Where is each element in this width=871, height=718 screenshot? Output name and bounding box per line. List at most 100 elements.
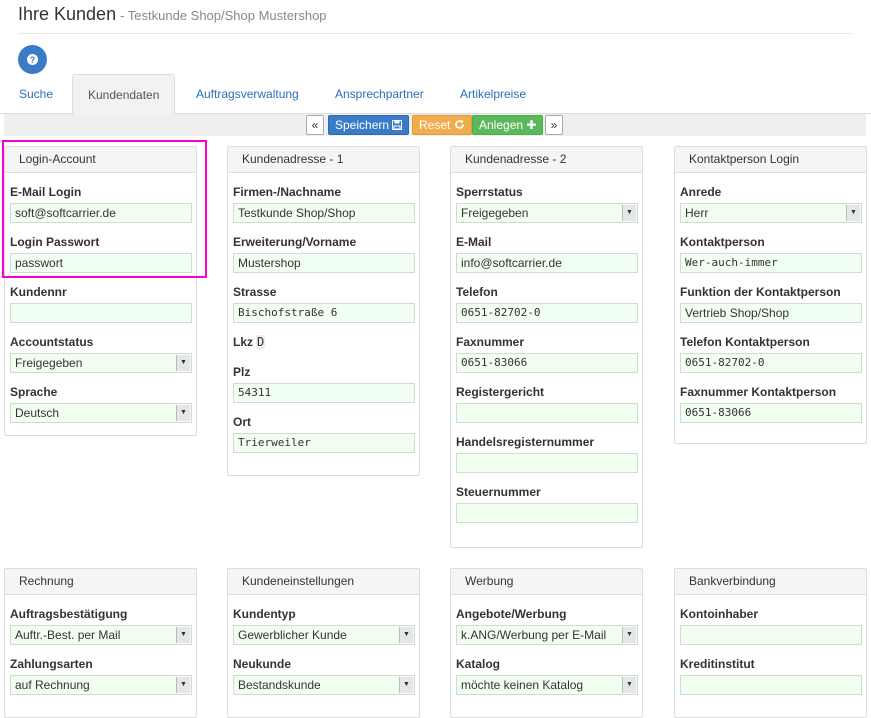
account-status-select[interactable]: Freigegeben ▼ xyxy=(10,353,192,373)
contact-function-input[interactable]: Vertrieb Shop/Shop xyxy=(680,303,862,323)
field-label: Registergericht xyxy=(456,385,545,399)
bank-institute-input[interactable] xyxy=(680,675,862,695)
field-label: Kreditinstitut xyxy=(680,657,755,671)
offers-advertising-select[interactable]: k.ANG/Werbung per E-Mail ▼ xyxy=(456,625,638,645)
lock-status-select[interactable]: Freigegeben ▼ xyxy=(456,203,638,223)
field-label: Neukunde xyxy=(233,657,292,671)
dropdown-arrow-icon: ▼ xyxy=(399,677,413,693)
panel-customer-address-2: Kundenadresse - 2 Sperrstatus Freigegeben… xyxy=(450,146,643,548)
tab-ansprechpartner[interactable]: Ansprechpartner xyxy=(335,74,424,114)
next-button[interactable]: » xyxy=(545,115,563,135)
title-divider xyxy=(18,33,852,34)
email-input[interactable]: info@softcarrier.de xyxy=(456,253,638,273)
refresh-icon xyxy=(454,119,464,129)
page-title: Ihre Kunden - Testkunde Shop/Shop Musters… xyxy=(18,4,327,25)
prev-icon: « xyxy=(311,118,319,132)
panel-title: Login-Account xyxy=(5,147,196,173)
floppy-icon xyxy=(392,120,403,130)
field-label: Kontoinhaber xyxy=(680,607,758,621)
order-confirmation-select[interactable]: Auftr.-Best. per Mail ▼ xyxy=(10,625,192,645)
contact-person-input[interactable]: Wer-auch-immer xyxy=(680,253,862,273)
panel-title: Kontaktperson Login xyxy=(675,147,866,173)
dropdown-arrow-icon: ▼ xyxy=(176,627,190,643)
email-login-input[interactable]: soft@softcarrier.de xyxy=(10,203,192,223)
field-label: Katalog xyxy=(456,657,501,671)
login-password-input[interactable]: passwort xyxy=(10,253,192,273)
zip-input[interactable]: 54311 xyxy=(233,383,415,403)
panel-title: Kundenadresse - 2 xyxy=(451,147,642,173)
field-label: Handelsregisternummer xyxy=(456,435,595,449)
select-value: Herr xyxy=(685,206,709,220)
register-court-input[interactable] xyxy=(456,403,638,423)
field-label: Kundennr xyxy=(10,285,67,299)
panel-title: Kundenadresse - 1 xyxy=(228,147,419,173)
select-value: Gewerblicher Kunde xyxy=(238,628,347,642)
customer-number-input[interactable] xyxy=(10,303,192,323)
field-label: Steuernummer xyxy=(456,485,541,499)
panel-customer-settings: Kundeneinstellungen Kundentyp Gewerbliche… xyxy=(227,568,420,718)
dropdown-arrow-icon: ▼ xyxy=(176,355,190,371)
customer-type-select[interactable]: Gewerblicher Kunde ▼ xyxy=(233,625,415,645)
field-label: E-Mail xyxy=(456,235,492,249)
field-label: Ort xyxy=(233,415,251,429)
plus-icon: ✚ xyxy=(526,118,537,132)
panel-title: Kundeneinstellungen xyxy=(228,569,419,595)
field-label: Accountstatus xyxy=(10,335,94,349)
field-label: Funktion der Kontaktperson xyxy=(680,285,841,299)
extension-firstname-input[interactable]: Mustershop xyxy=(233,253,415,273)
panel-advertising: Werbung Angebote/Werbung k.ANG/Werbung pe… xyxy=(450,568,643,718)
new-customer-select[interactable]: Bestandskunde ▼ xyxy=(233,675,415,695)
select-value: Freigegeben xyxy=(15,356,83,370)
contact-phone-input[interactable]: 0651-82702-0 xyxy=(680,353,862,373)
street-input[interactable]: Bischofstraße 6 xyxy=(233,303,415,323)
field-label: Telefon xyxy=(456,285,498,299)
phone-input[interactable]: 0651-82702-0 xyxy=(456,303,638,323)
field-label: Anrede xyxy=(680,185,722,199)
tab-kundendaten[interactable]: Kundendaten xyxy=(72,74,176,115)
dropdown-arrow-icon: ▼ xyxy=(846,205,860,221)
field-label: Angebote/Werbung xyxy=(456,607,567,621)
panel-title: Bankverbindung xyxy=(675,569,866,595)
tab-auftragsverwaltung[interactable]: Auftragsverwaltung xyxy=(196,74,299,114)
prev-button[interactable]: « xyxy=(306,115,324,135)
tab-artikelpreise[interactable]: Artikelpreise xyxy=(460,74,526,114)
question-icon: ? xyxy=(27,54,38,65)
payment-method-select[interactable]: auf Rechnung ▼ xyxy=(10,675,192,695)
field-label: Kontaktperson xyxy=(680,235,765,249)
save-button[interactable]: Speichern xyxy=(328,115,410,135)
panel-contact-login: Kontaktperson Login Anrede Herr ▼ Kontaktp… xyxy=(674,146,867,444)
help-button[interactable]: ? xyxy=(18,45,47,74)
city-input[interactable]: Trierweiler xyxy=(233,433,415,453)
field-label: E-Mail Login xyxy=(10,185,82,199)
language-select[interactable]: Deutsch ▼ xyxy=(10,403,192,423)
trade-register-input[interactable] xyxy=(456,453,638,473)
panel-customer-address-1: Kundenadresse - 1 Firmen-/Nachname Testku… xyxy=(227,146,420,476)
select-value: Deutsch xyxy=(15,406,60,420)
select-value: Auftr.-Best. per Mail xyxy=(15,628,121,642)
dropdown-arrow-icon: ▼ xyxy=(176,677,190,693)
field-label: Sprache xyxy=(10,385,58,399)
catalog-select[interactable]: möchte keinen Katalog ▼ xyxy=(456,675,638,695)
field-label: Plz xyxy=(233,365,251,379)
next-icon: » xyxy=(550,118,558,132)
dropdown-arrow-icon: ▼ xyxy=(176,405,190,421)
tab-suche[interactable]: Suche xyxy=(19,74,53,114)
save-label: Speichern xyxy=(335,118,390,132)
field-label: Strasse xyxy=(233,285,277,299)
panel-login-account: Login-Account E-Mail Login soft@softcarri… xyxy=(4,146,197,436)
lkz-label: Lkz xyxy=(233,335,254,349)
contact-fax-input[interactable]: 0651-83066 xyxy=(680,403,862,423)
account-holder-input[interactable] xyxy=(680,625,862,645)
panel-bank-details: Bankverbindung Kontoinhaber Kreditinstit… xyxy=(674,568,867,718)
field-label: Firmen-/Nachname xyxy=(233,185,342,199)
company-name-input[interactable]: Testkunde Shop/Shop xyxy=(233,203,415,223)
fax-input[interactable]: 0651-83066 xyxy=(456,353,638,373)
field-label: Erweiterung/Vorname xyxy=(233,235,357,249)
field-label: Telefon Kontaktperson xyxy=(680,335,810,349)
tax-number-input[interactable] xyxy=(456,503,638,523)
select-value: möchte keinen Katalog xyxy=(461,678,584,692)
salutation-select[interactable]: Herr ▼ xyxy=(680,203,862,223)
add-button[interactable]: Anlegen ✚ xyxy=(472,115,544,135)
add-label: Anlegen xyxy=(479,118,524,132)
reset-button[interactable]: Reset xyxy=(412,115,472,135)
